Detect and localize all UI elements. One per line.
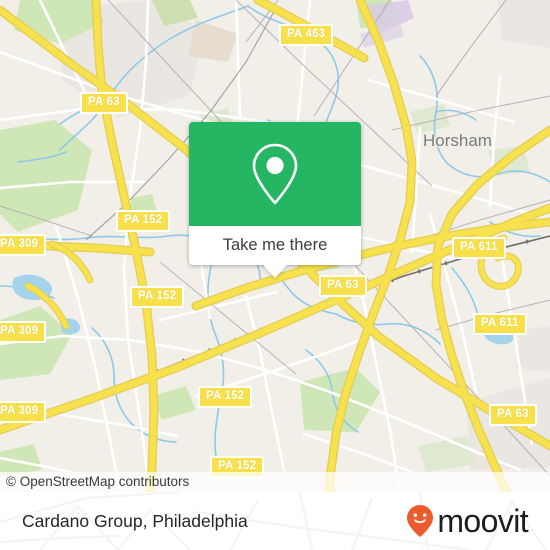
road-shield-pa-152-upper[interactable]: PA 152 bbox=[116, 210, 171, 232]
moovit-map-screenshot: Horsham PA 463 PA 63 PA 152 PA 309 PA 61… bbox=[0, 0, 550, 550]
location-title: Cardano Group, Philadelphia bbox=[22, 510, 248, 531]
place-label-horsham: Horsham bbox=[423, 131, 492, 150]
footer-bar: Cardano Group, Philadelphia moovit bbox=[0, 492, 550, 550]
moovit-smiley-pin-icon bbox=[407, 505, 434, 537]
road-shield-pa-309-upper[interactable]: PA 309 bbox=[0, 234, 47, 256]
road-shield-pa-463-north[interactable]: PA 463 bbox=[279, 24, 334, 46]
popup-action-label[interactable]: Take me there bbox=[189, 226, 361, 265]
popup-pointer-tail bbox=[262, 264, 288, 278]
popup-icon-panel bbox=[189, 122, 361, 226]
take-me-there-popup[interactable]: Take me there bbox=[189, 122, 361, 278]
road-shield-pa-63-southeast[interactable]: PA 63 bbox=[489, 404, 537, 426]
map-attribution[interactable]: © OpenStreetMap contributors bbox=[0, 472, 550, 492]
road-shield-pa-611-lower[interactable]: PA 611 bbox=[473, 313, 527, 335]
road-shield-pa-152-middle[interactable]: PA 152 bbox=[130, 286, 185, 308]
moovit-logo[interactable]: moovit bbox=[405, 503, 529, 539]
road-shield-pa-309-lower[interactable]: PA 309 bbox=[0, 401, 47, 423]
road-shield-pa-63-center[interactable]: PA 63 bbox=[319, 275, 367, 297]
road-shield-pa-611-upper[interactable]: PA 611 bbox=[452, 237, 506, 259]
road-shield-pa-309-middle[interactable]: PA 309 bbox=[0, 321, 47, 343]
map-canvas[interactable]: Horsham PA 463 PA 63 PA 152 PA 309 PA 61… bbox=[0, 0, 550, 492]
map-pin-icon bbox=[252, 143, 298, 205]
moovit-wordmark: moovit bbox=[437, 503, 528, 539]
road-shield-pa-152-lower[interactable]: PA 152 bbox=[198, 386, 253, 408]
road-shield-pa-63-northwest[interactable]: PA 63 bbox=[80, 92, 128, 114]
footer-content: Cardano Group, Philadelphia moovit bbox=[0, 492, 550, 550]
